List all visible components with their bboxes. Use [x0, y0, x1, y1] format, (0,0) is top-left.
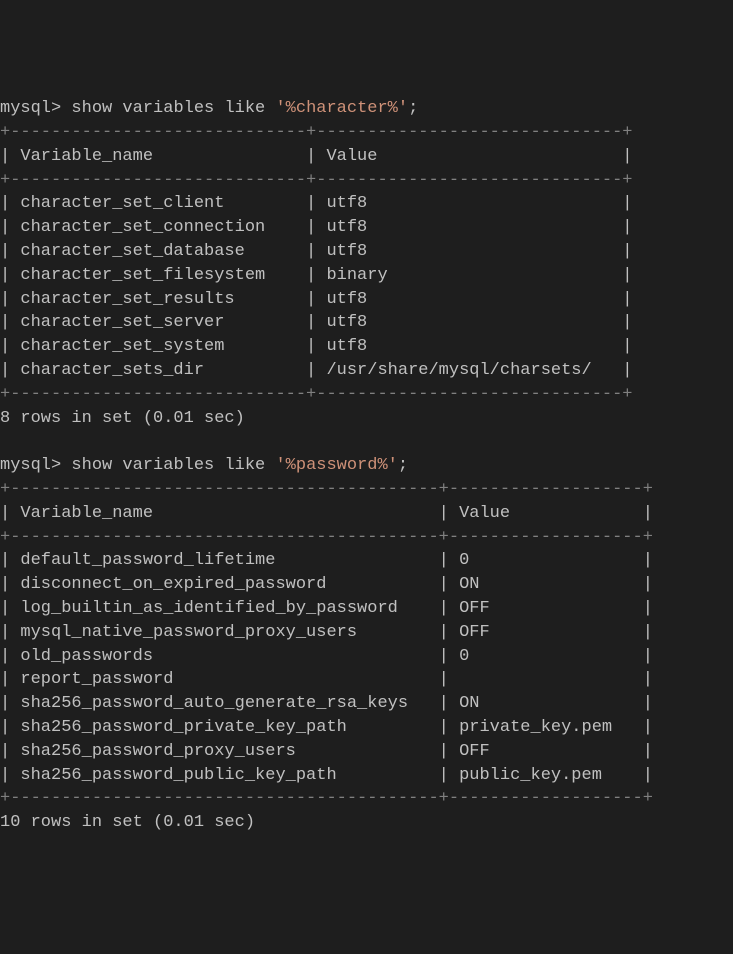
mysql-terminal-output: mysql> show variables like '%character%'… [0, 97, 733, 835]
query-status: 8 rows in set (0.01 sec) [0, 407, 733, 431]
table-row: | default_password_lifetime | 0 | [0, 549, 733, 573]
table-row: | old_passwords | 0 | [0, 645, 733, 669]
mysql-prompt-line[interactable]: mysql> show variables like '%password%'; [0, 454, 733, 478]
sql-statement: show variables like [71, 456, 265, 475]
sql-string-literal: '%character%' [275, 99, 408, 118]
sql-statement: show variables like [71, 99, 265, 118]
blank-line [0, 430, 733, 454]
mysql-prompt-line[interactable]: mysql> show variables like '%character%'… [0, 97, 733, 121]
table-header-row: | Variable_name | Value | [0, 145, 733, 169]
table-border-mid: +---------------------------------------… [0, 526, 733, 550]
table-row: | disconnect_on_expired_password | ON | [0, 573, 733, 597]
table-border-mid: +-----------------------------+---------… [0, 169, 733, 193]
table-row: | character_sets_dir | /usr/share/mysql/… [0, 359, 733, 383]
table-row: | mysql_native_password_proxy_users | OF… [0, 621, 733, 645]
table-row: | sha256_password_private_key_path | pri… [0, 716, 733, 740]
table-border-bottom: +---------------------------------------… [0, 787, 733, 811]
table-row: | character_set_system | utf8 | [0, 335, 733, 359]
table-border-bottom: +-----------------------------+---------… [0, 383, 733, 407]
prompt-label: mysql> [0, 99, 61, 118]
table-row: | sha256_password_public_key_path | publ… [0, 764, 733, 788]
table-row: | sha256_password_auto_generate_rsa_keys… [0, 692, 733, 716]
table-row: | sha256_password_proxy_users | OFF | [0, 740, 733, 764]
table-row: | character_set_server | utf8 | [0, 311, 733, 335]
table-row: | character_set_filesystem | binary | [0, 264, 733, 288]
sql-string-literal: '%password%' [275, 456, 397, 475]
sql-terminator: ; [398, 456, 408, 475]
table-border-top: +-----------------------------+---------… [0, 121, 733, 145]
table-row: | character_set_client | utf8 | [0, 192, 733, 216]
table-row: | character_set_database | utf8 | [0, 240, 733, 264]
table-border-top: +---------------------------------------… [0, 478, 733, 502]
table-row: | character_set_connection | utf8 | [0, 216, 733, 240]
query-status: 10 rows in set (0.01 sec) [0, 811, 733, 835]
table-row: | character_set_results | utf8 | [0, 288, 733, 312]
table-header-row: | Variable_name | Value | [0, 502, 733, 526]
prompt-label: mysql> [0, 456, 61, 475]
sql-terminator: ; [408, 99, 418, 118]
table-row: | report_password | | [0, 668, 733, 692]
table-row: | log_builtin_as_identified_by_password … [0, 597, 733, 621]
